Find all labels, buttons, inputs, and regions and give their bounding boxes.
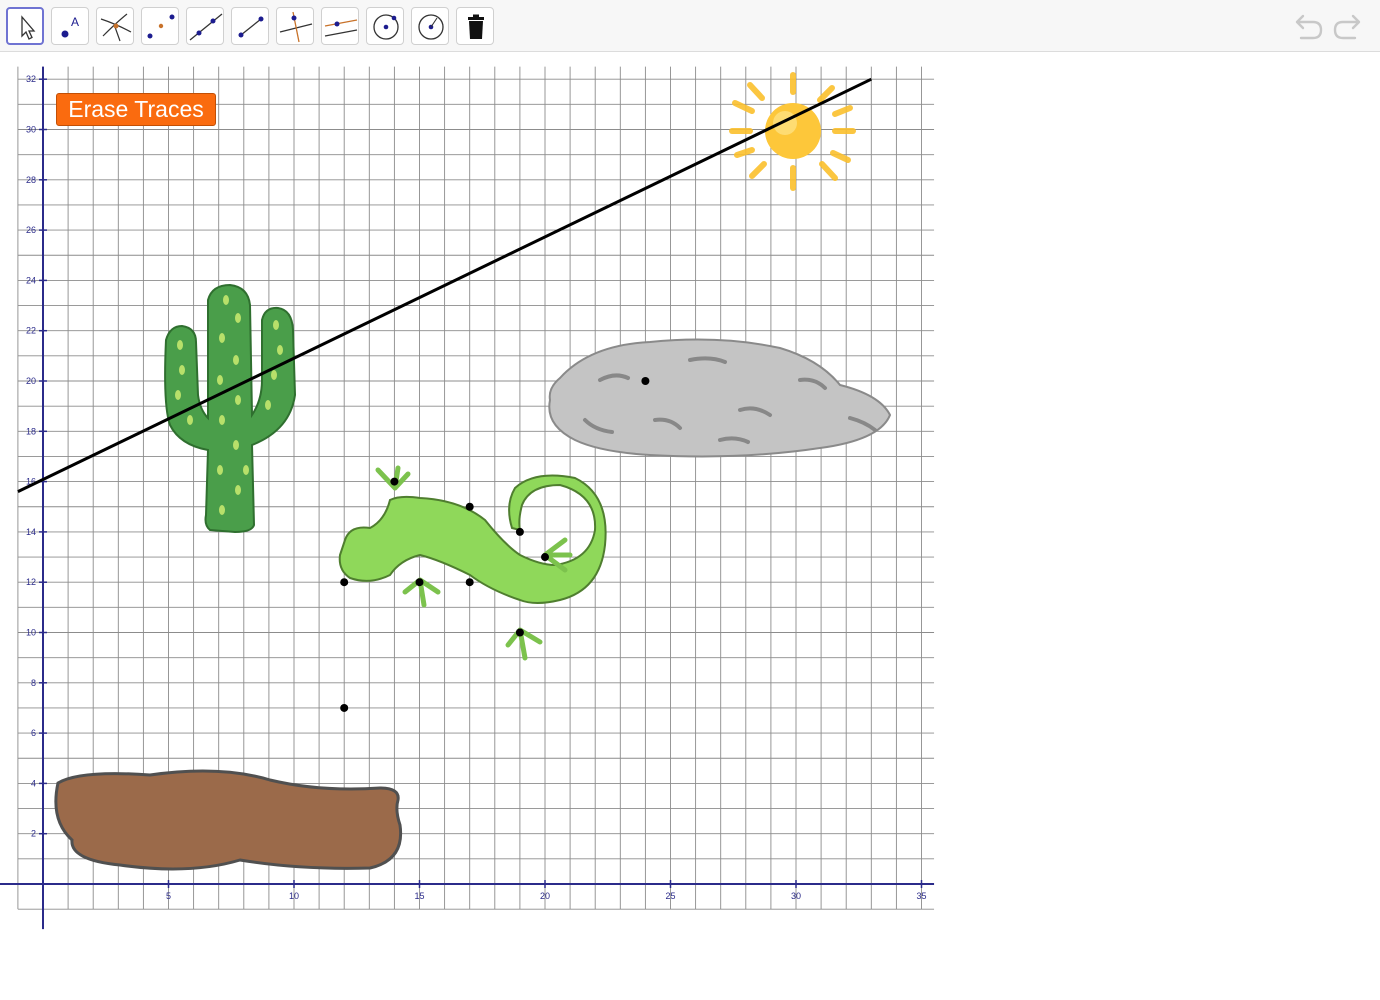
erase-traces-button[interactable]: Erase Traces xyxy=(56,93,216,126)
lizard-image[interactable] xyxy=(338,465,607,661)
graph-point[interactable] xyxy=(465,502,474,511)
y-tick-label: 26 xyxy=(26,225,36,235)
x-tick-label: 30 xyxy=(791,891,801,901)
graph-point[interactable] xyxy=(515,527,524,536)
graph-point[interactable] xyxy=(465,578,474,587)
x-tick-label: 25 xyxy=(665,891,675,901)
y-tick-label: 22 xyxy=(26,326,36,336)
y-tick-label: 24 xyxy=(26,275,36,285)
graph-point[interactable] xyxy=(340,578,349,587)
y-tick-label: 12 xyxy=(26,577,36,587)
y-tick-label: 30 xyxy=(26,125,36,135)
y-tick-label: 2 xyxy=(31,829,36,839)
y-tick-label: 8 xyxy=(31,678,36,688)
sun-image[interactable] xyxy=(729,72,856,191)
y-tick-label: 10 xyxy=(26,628,36,638)
x-tick-label: 20 xyxy=(540,891,550,901)
rock-image[interactable] xyxy=(548,338,892,458)
x-tick-label: 5 xyxy=(166,891,171,901)
y-tick-label: 14 xyxy=(26,527,36,537)
y-tick-label: 18 xyxy=(26,426,36,436)
graphics-view[interactable]: 5 10 15 20 25 30 35246810121416182022242628303… xyxy=(0,0,1380,1000)
graph-point[interactable] xyxy=(340,703,349,712)
y-tick-label: 6 xyxy=(31,728,36,738)
graph-point[interactable] xyxy=(641,377,650,385)
y-tick-label: 4 xyxy=(31,778,36,788)
y-tick-label: 32 xyxy=(26,74,36,84)
graph-point[interactable] xyxy=(415,578,424,587)
y-tick-label: 28 xyxy=(26,175,36,185)
graph-point[interactable] xyxy=(390,477,399,486)
x-tick-label: 35 xyxy=(916,891,926,901)
graph-point[interactable] xyxy=(515,628,524,637)
mud-puddle-image[interactable] xyxy=(54,769,403,871)
cactus-image[interactable] xyxy=(164,283,297,534)
x-tick-label: 15 xyxy=(414,891,424,901)
graph-point[interactable] xyxy=(541,553,549,562)
y-tick-label: 20 xyxy=(26,376,36,386)
x-tick-label: 10 xyxy=(289,891,299,901)
